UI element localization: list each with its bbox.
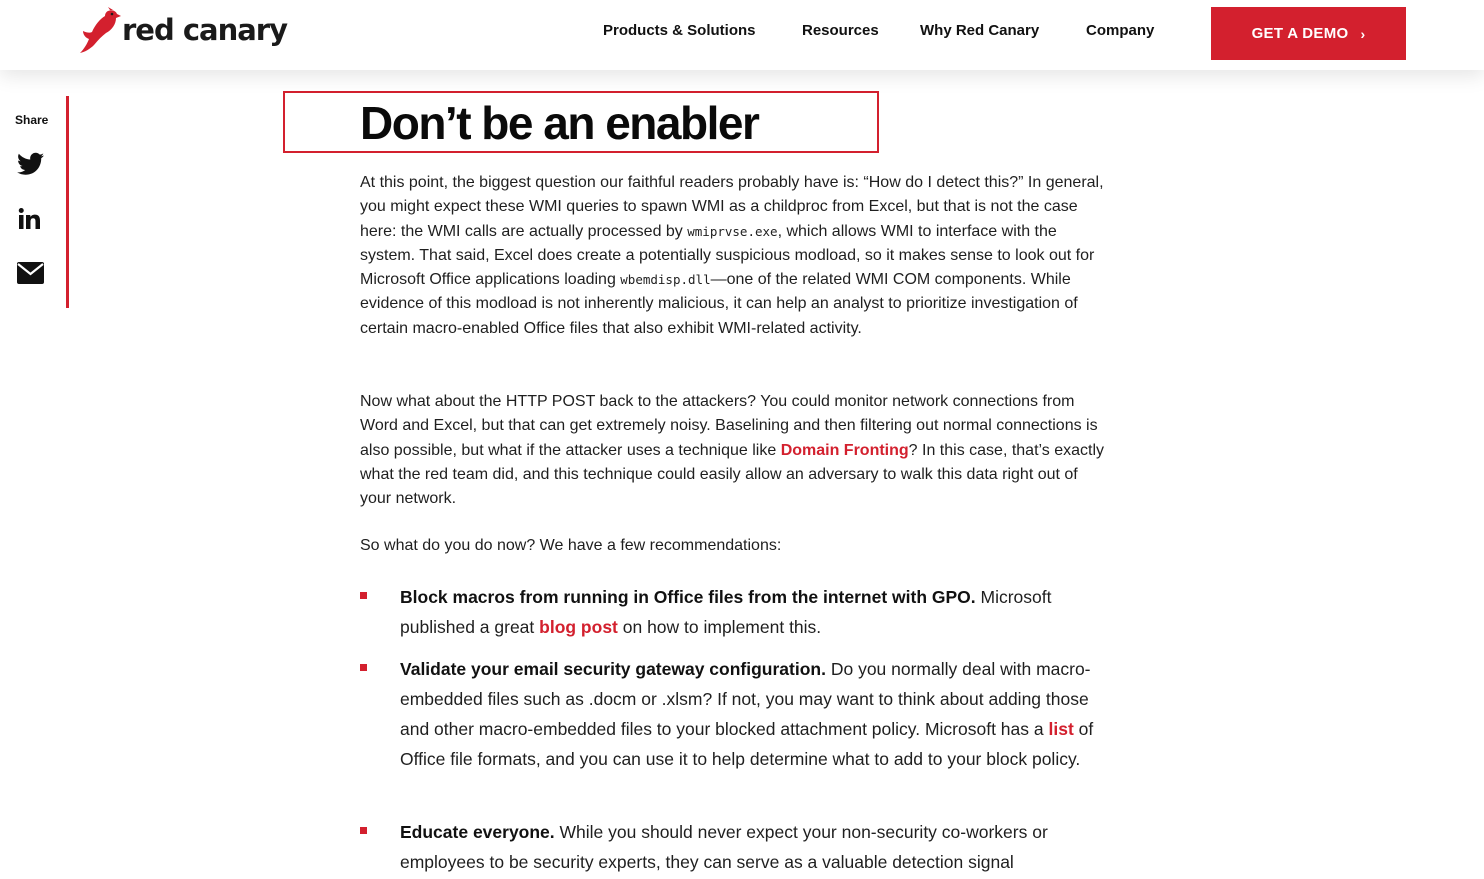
nav-products-solutions[interactable]: Products & Solutions: [603, 22, 756, 39]
linkedin-icon[interactable]: [17, 207, 45, 233]
chevron-right-icon: ›: [1360, 25, 1366, 42]
brand-logo[interactable]: red canary: [78, 6, 288, 54]
list-item: Educate everyone. While you should never…: [360, 817, 1112, 877]
nav-why-red-canary[interactable]: Why Red Canary: [920, 22, 1039, 39]
domain-fronting-link[interactable]: Domain Fronting: [781, 442, 909, 459]
file-formats-list-link[interactable]: list: [1048, 719, 1073, 739]
brand-name: red canary: [122, 13, 288, 47]
blog-post-link[interactable]: blog post: [539, 617, 618, 637]
paragraph-http-post: Now what about the HTTP POST back to the…: [360, 390, 1110, 511]
code-wmiprvse: wmiprvse.exe: [687, 223, 778, 239]
bullet-square: [360, 592, 367, 599]
cardinal-logo-icon: [80, 7, 121, 53]
code-wbemdisp: wbemdisp.dll: [620, 272, 711, 288]
get-a-demo-button[interactable]: GET A DEMO ›: [1211, 7, 1406, 60]
list-item: Block macros from running in Office file…: [360, 582, 1112, 642]
get-a-demo-label: GET A DEMO: [1251, 25, 1349, 42]
list-item-heading: Validate your email security gateway con…: [400, 659, 826, 679]
section-title: Don’t be an enabler: [360, 97, 760, 149]
list-item-heading: Educate everyone.: [400, 822, 555, 842]
bullet-square: [360, 827, 367, 834]
list-item-heading: Block macros from running in Office file…: [400, 587, 976, 607]
share-sidebar: Share: [0, 96, 70, 308]
nav-company[interactable]: Company: [1086, 22, 1154, 39]
nav-resources[interactable]: Resources: [802, 22, 879, 39]
paragraph-detection: At this point, the biggest question our …: [360, 171, 1110, 341]
site-header: red canary Products & Solutions Resource…: [0, 0, 1484, 70]
twitter-icon[interactable]: [17, 152, 45, 178]
share-divider: [66, 96, 69, 308]
bullet-square: [360, 664, 367, 671]
paragraph-recommendations-intro: So what do you do now? We have a few rec…: [360, 537, 782, 554]
share-label: Share: [15, 113, 49, 127]
list-item-text-b: on how to implement this.: [617, 617, 822, 637]
list-item: Validate your email security gateway con…: [360, 654, 1112, 774]
email-icon[interactable]: [17, 262, 45, 288]
